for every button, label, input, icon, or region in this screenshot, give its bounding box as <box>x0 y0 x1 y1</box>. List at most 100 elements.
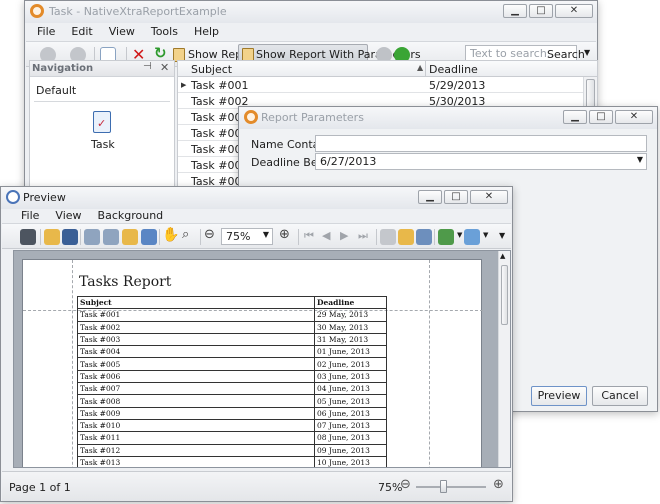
open-icon[interactable] <box>44 229 60 245</box>
report-cell-subject: Task #007 <box>77 382 315 396</box>
close-button[interactable]: ✕ <box>555 4 593 18</box>
multiple-pages-icon[interactable] <box>380 229 396 245</box>
minimize-button[interactable]: ▁ <box>503 4 527 18</box>
preview-window-title: Preview <box>23 191 66 204</box>
report-cell-deadline: 03 June, 2013 <box>314 369 387 384</box>
first-page-icon[interactable]: ⏮ <box>304 229 314 243</box>
toolbar-separator <box>298 229 299 245</box>
toolbar-separator <box>376 229 377 245</box>
prev-page-icon[interactable]: ◀ <box>322 229 330 242</box>
document-scrollbar[interactable]: ▲ <box>498 251 510 467</box>
cell-deadline: 5/29/2013 <box>429 79 486 92</box>
search-placeholder: Text to search... <box>470 47 558 60</box>
report-row: Task #003 31 May, 2013 <box>77 332 387 347</box>
find-icon[interactable] <box>20 229 36 245</box>
table-row[interactable]: Task #001 5/29/2013 <box>178 77 583 93</box>
report-row: Task #012 09 June, 2013 <box>77 443 387 457</box>
chevron-down-icon[interactable]: ▼ <box>637 155 643 164</box>
watermark-icon[interactable] <box>416 229 432 245</box>
report-cell-subject: Task #001 <box>77 308 315 322</box>
status-zoom-in-icon[interactable]: ⊕ <box>493 477 504 492</box>
preview-maximize-button[interactable]: □ <box>444 190 468 204</box>
magnifier-icon[interactable]: ⌕ <box>182 227 189 242</box>
nav-group-default[interactable]: Default <box>36 84 76 97</box>
zoom-select[interactable]: 75% ▼ <box>221 228 273 245</box>
report-col-deadline: Deadline <box>314 295 387 310</box>
toolbar-separator <box>159 229 160 245</box>
menu-tools[interactable]: Tools <box>143 23 186 41</box>
report-cell-subject: Task #005 <box>77 357 315 371</box>
params-close-button[interactable]: ✕ <box>615 110 653 124</box>
deadline-before-field[interactable]: 6/27/2013 ▼ <box>315 153 647 170</box>
column-header-subject[interactable]: Subject <box>191 63 232 76</box>
cancel-button[interactable]: Cancel <box>592 386 648 406</box>
report-row: Task #007 04 June, 2013 <box>77 382 387 396</box>
maximize-icon: □ <box>596 111 606 122</box>
maximize-icon: □ <box>451 191 461 202</box>
menu-edit[interactable]: Edit <box>63 23 100 41</box>
cell-subject: Task #001 <box>191 79 249 92</box>
params-minimize-button[interactable]: ▁ <box>563 110 587 124</box>
nav-item-task[interactable]: Task <box>91 138 115 151</box>
report-cell-deadline: 07 June, 2013 <box>314 418 387 433</box>
navigation-title: Navigation <box>32 63 94 74</box>
export-dropdown-icon[interactable]: ▼ <box>457 231 462 239</box>
print-icon[interactable] <box>84 229 100 245</box>
zoom-select-value: 75% <box>226 230 251 243</box>
hand-tool-icon[interactable]: ✋ <box>162 227 179 243</box>
maximize-button[interactable]: □ <box>529 4 553 18</box>
export-icon[interactable] <box>438 229 454 245</box>
minimize-icon: ▁ <box>571 111 579 122</box>
preview-minimize-button[interactable]: ▁ <box>418 190 442 204</box>
email-dropdown-icon[interactable]: ▼ <box>483 231 488 239</box>
preview-close-button[interactable]: ✕ <box>470 190 508 204</box>
menu-view[interactable]: View <box>101 23 143 41</box>
toolbar-separator <box>80 229 81 245</box>
next-page-icon[interactable]: ▶ <box>340 229 348 242</box>
navigation-header: Navigation ⊣ ✕ <box>30 61 174 77</box>
email-icon[interactable] <box>464 229 480 245</box>
report-row: Task #011 08 June, 2013 <box>77 431 387 445</box>
scale-icon[interactable] <box>141 229 157 245</box>
page-color-icon[interactable] <box>398 229 414 245</box>
nav-close-icon[interactable]: ✕ <box>160 61 169 74</box>
menu-file[interactable]: File <box>29 23 63 41</box>
preview-toolbar-overflow-icon[interactable]: ▼ <box>499 231 505 240</box>
params-window-title: Report Parameters <box>261 111 364 124</box>
report-col-subject: Subject <box>77 295 315 310</box>
report-row: Task #001 29 May, 2013 <box>77 308 387 322</box>
navigation-pane: Navigation ⊣ ✕ Default ✓ Task <box>29 60 175 195</box>
zoom-slider[interactable] <box>416 480 486 493</box>
name-contains-input[interactable] <box>315 135 647 152</box>
header-divider <box>425 61 426 77</box>
report-title: Tasks Report <box>79 274 172 290</box>
zoom-slider-thumb[interactable] <box>440 480 447 493</box>
menu-help[interactable]: Help <box>186 23 227 41</box>
close-icon: ✕ <box>569 5 579 16</box>
zoom-in-icon[interactable]: ⊕ <box>279 227 290 242</box>
pin-icon[interactable]: ⊣ <box>143 61 152 72</box>
params-maximize-button[interactable]: □ <box>589 110 613 124</box>
zoom-out-icon[interactable]: ⊖ <box>204 227 215 242</box>
minimize-icon: ▁ <box>511 5 519 16</box>
report-row: Task #006 03 June, 2013 <box>77 369 387 384</box>
save-icon[interactable] <box>62 229 78 245</box>
column-header-deadline[interactable]: Deadline <box>429 63 478 76</box>
toolbar-overflow-icon[interactable]: ▼ <box>584 48 590 57</box>
preview-button[interactable]: Preview <box>531 386 587 406</box>
last-page-icon[interactable]: ⏭ <box>358 229 368 243</box>
report-cell-deadline: 02 June, 2013 <box>314 357 387 371</box>
report-cell-deadline: 08 June, 2013 <box>314 431 387 445</box>
page-setup-icon[interactable] <box>122 229 138 245</box>
toolbar-separator <box>40 229 41 245</box>
maximize-icon: □ <box>536 5 546 16</box>
report-cell-deadline: 05 June, 2013 <box>314 394 387 408</box>
quick-print-icon[interactable] <box>103 229 119 245</box>
page-margin-right <box>429 260 430 467</box>
report-table: Subject Deadline Task #001 29 May, 2013 T… <box>77 295 387 467</box>
scroll-up-icon[interactable]: ▲ <box>500 252 505 260</box>
minimize-icon: ▁ <box>426 191 434 202</box>
status-zoom-out-icon[interactable]: ⊖ <box>400 477 411 492</box>
chevron-down-icon[interactable]: ▼ <box>263 230 269 239</box>
document-scroll-thumb[interactable] <box>501 265 508 325</box>
